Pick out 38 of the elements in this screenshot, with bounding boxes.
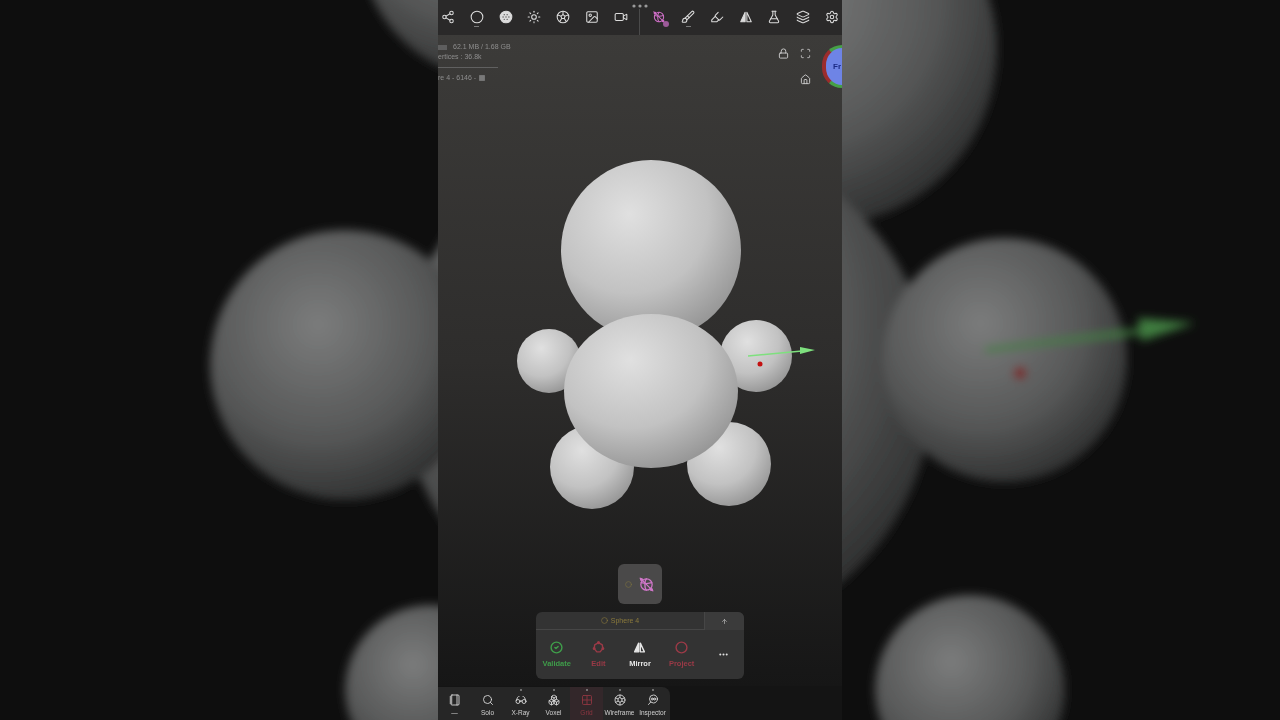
textured-sphere-icon bbox=[498, 10, 513, 24]
circle-icon bbox=[675, 641, 689, 654]
flask-icon bbox=[767, 10, 782, 24]
fullscreen-icon[interactable] bbox=[800, 48, 811, 59]
circle-icon bbox=[469, 10, 484, 24]
layers-icon bbox=[796, 10, 811, 24]
crossed-sphere-icon bbox=[638, 575, 655, 593]
brush-icon bbox=[681, 10, 696, 24]
magnifier-dots-icon bbox=[646, 694, 659, 706]
home-icon[interactable] bbox=[800, 74, 811, 85]
nodes-icon bbox=[441, 10, 455, 24]
image-icon bbox=[584, 10, 599, 24]
settings-icon bbox=[824, 10, 839, 24]
mirror-triangle-icon bbox=[633, 641, 647, 654]
arrow-up-icon bbox=[721, 617, 728, 625]
search-icon bbox=[481, 694, 494, 706]
video-camera-icon bbox=[613, 10, 628, 24]
glasses-icon bbox=[514, 694, 527, 706]
grid-icon bbox=[580, 694, 593, 706]
boxes-icon bbox=[547, 694, 560, 706]
gizmo-arrow[interactable] bbox=[747, 347, 815, 357]
circle-icon bbox=[625, 580, 632, 588]
grid-square-icon bbox=[479, 75, 486, 81]
check-circle-icon bbox=[550, 641, 564, 654]
crossed-sphere-icon bbox=[652, 10, 667, 24]
marker-icon bbox=[709, 10, 724, 24]
polygon-nodes-icon bbox=[591, 641, 605, 654]
active-tool-button[interactable] bbox=[618, 564, 662, 604]
mirror-triangle-icon bbox=[738, 10, 753, 24]
ball-icon bbox=[556, 10, 571, 24]
wireframe-sphere-icon bbox=[613, 694, 626, 706]
pivot-dot-icon bbox=[757, 361, 763, 367]
circle-icon bbox=[600, 617, 608, 624]
lock-icon[interactable] bbox=[778, 48, 789, 59]
notebook-icon bbox=[448, 694, 461, 706]
more-dots-icon[interactable] bbox=[632, 4, 648, 8]
sun-icon bbox=[527, 10, 542, 24]
memory-bar-icon bbox=[438, 44, 447, 50]
